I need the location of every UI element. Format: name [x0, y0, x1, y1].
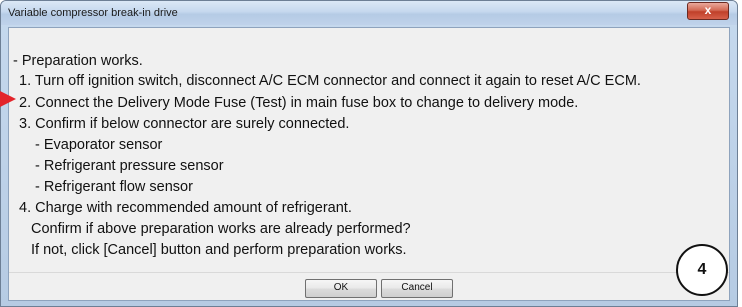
message-heading: - Preparation works.: [13, 53, 143, 69]
cancel-button[interactable]: Cancel: [381, 279, 453, 298]
message-panel: - Preparation works. 1. Turn off ignitio…: [9, 28, 729, 273]
message-line-step-2: 2. Connect the Delivery Mode Fuse (Test)…: [19, 95, 579, 111]
message-line-confirm: Confirm if above preparation works are a…: [31, 221, 411, 237]
dialog-content: - Preparation works. 1. Turn off ignitio…: [8, 27, 730, 301]
message-line-sensor-flow: - Refrigerant flow sensor: [35, 179, 193, 195]
close-icon: x: [704, 3, 712, 17]
title-bar[interactable]: Variable compressor break-in drive x: [1, 1, 737, 25]
close-button[interactable]: x: [687, 2, 729, 20]
message-line-step-3: 3. Confirm if below connector are surely…: [19, 116, 350, 132]
pointer-arrow-icon: [0, 91, 16, 107]
message-line-instruction: If not, click [Cancel] button and perfor…: [31, 242, 407, 258]
ok-button[interactable]: OK: [305, 279, 377, 298]
message-line-step-4: 4. Charge with recommended amount of ref…: [19, 200, 352, 216]
step-number-badge: 4: [676, 244, 728, 296]
message-line-step-1: 1. Turn off ignition switch, disconnect …: [19, 73, 641, 89]
message-line-sensor-pressure: - Refrigerant pressure sensor: [35, 158, 224, 174]
message-line-sensor-evaporator: - Evaporator sensor: [35, 137, 163, 153]
dialog-window: Variable compressor break-in drive x - P…: [0, 0, 738, 307]
window-title: Variable compressor break-in drive: [8, 7, 178, 19]
